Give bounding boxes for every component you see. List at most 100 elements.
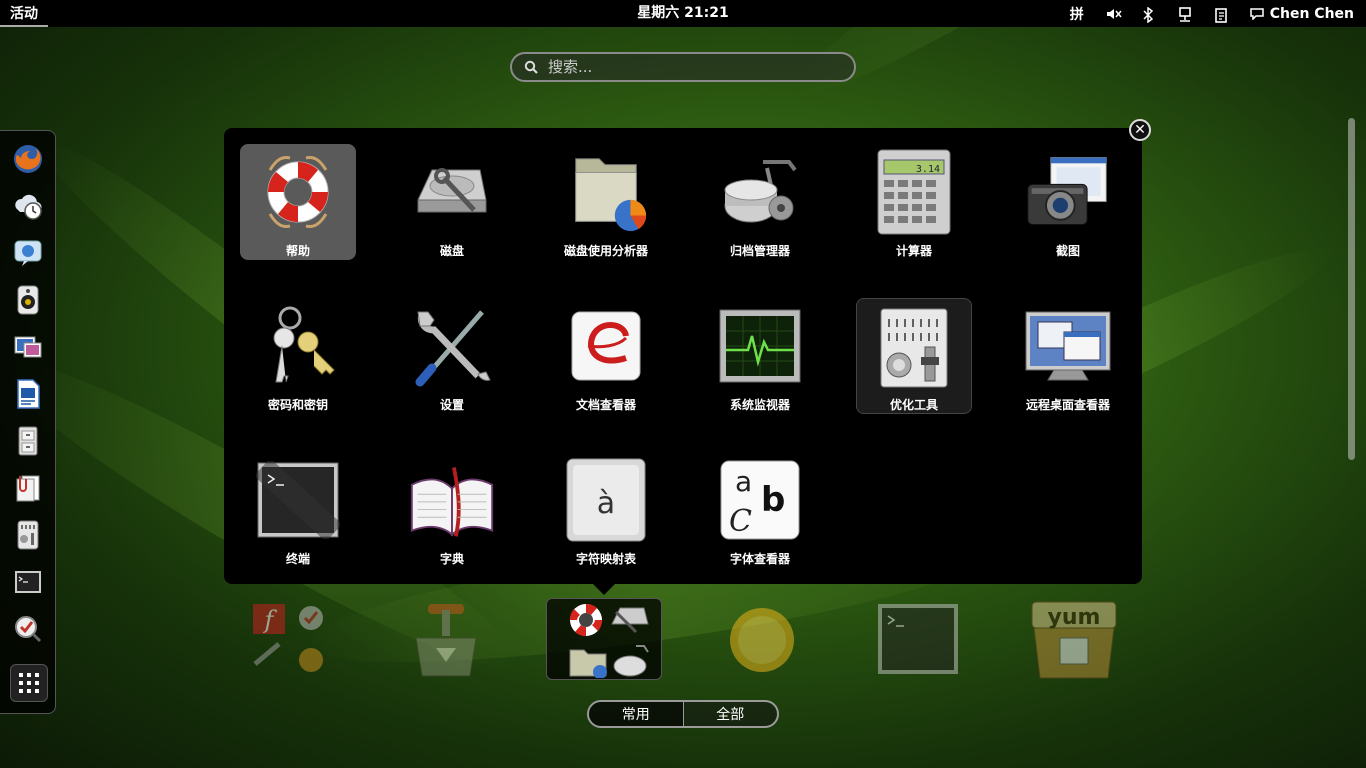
app-settings[interactable]: 设置 <box>394 298 510 414</box>
app-calculator[interactable]: 3.14 计算器 <box>856 144 972 260</box>
view-toggle: 常用 全部 <box>587 700 779 728</box>
libreoffice-writer-icon[interactable] <box>10 376 46 412</box>
terminal-dash-icon[interactable] <box>10 564 46 600</box>
rhythmbox-speaker-icon[interactable] <box>10 282 46 318</box>
clipboard-icon[interactable] <box>1214 7 1228 23</box>
show-applications-icon[interactable] <box>10 664 48 702</box>
char-map-glyph: à <box>597 486 615 521</box>
app-label: 磁盘 <box>439 244 464 258</box>
app-grid-scrollbar[interactable] <box>1348 118 1355 460</box>
empathy-chat-icon[interactable] <box>10 235 46 271</box>
font-viewer-icon: a b C <box>716 456 804 544</box>
time-backup-icon[interactable] <box>10 188 46 224</box>
terminal-icon <box>878 604 958 674</box>
task-checker-icon[interactable] <box>10 611 46 647</box>
app-disk-usage-analyzer[interactable]: 磁盘使用分析器 <box>548 144 664 260</box>
app-label: 文档查看器 <box>575 398 636 412</box>
volume-muted-icon[interactable] <box>1106 7 1122 21</box>
file-cabinet-icon[interactable] <box>10 423 46 459</box>
app-help[interactable]: 帮助 <box>240 144 356 260</box>
user-menu[interactable]: Chen Chen <box>1249 5 1354 22</box>
clock-label[interactable]: 星期六 21:21 <box>637 5 728 21</box>
app-terminal[interactable]: 终端 <box>240 452 356 568</box>
remote-desktop-icon <box>1024 302 1112 390</box>
font-glyph-b: b <box>761 480 785 520</box>
input-method-indicator[interactable]: 拼 <box>1070 4 1084 24</box>
app-label: 帮助 <box>285 244 310 258</box>
app-label: 优化工具 <box>889 398 938 412</box>
popup-pointer <box>592 583 616 595</box>
keys-icon <box>254 302 342 390</box>
svg-text:yum: yum <box>1048 605 1101 630</box>
app-folder-popup <box>224 128 1142 584</box>
app-label: 远程桌面查看器 <box>1025 398 1110 412</box>
activities-button[interactable]: 活动 <box>0 0 48 27</box>
app-weather-sun[interactable] <box>704 598 820 680</box>
document-clip-icon[interactable] <box>10 470 46 506</box>
flash-folder-icon: f <box>253 604 323 672</box>
shotwell-photos-icon[interactable] <box>10 329 46 365</box>
search-icon <box>524 60 538 74</box>
app-label: 截图 <box>1055 244 1080 258</box>
calculator-display: 3.14 <box>916 164 940 175</box>
terminal-icon <box>254 456 342 544</box>
app-terminal-dim[interactable] <box>860 598 976 680</box>
calculator-icon: 3.14 <box>870 148 958 236</box>
all-apps-tab[interactable]: 全部 <box>684 702 778 726</box>
close-popup-button[interactable]: ✕ <box>1129 119 1151 141</box>
app-system-monitor[interactable]: 系统监视器 <box>702 298 818 414</box>
folder-multimedia-tools[interactable]: f <box>232 598 348 680</box>
app-label: 密码和密钥 <box>267 398 328 412</box>
yum-package-icon: yum <box>1031 601 1117 679</box>
search-box[interactable] <box>510 52 856 82</box>
archive-manager-icon <box>716 148 804 236</box>
app-label: 设置 <box>439 398 464 412</box>
app-archive-manager[interactable]: 归档管理器 <box>702 144 818 260</box>
help-lifebuoy-icon <box>254 148 342 236</box>
disk-usage-analyzer-icon <box>562 148 650 236</box>
app-passwords-and-keys[interactable]: 密码和密钥 <box>240 298 356 414</box>
app-label: 归档管理器 <box>729 244 790 258</box>
font-glyph-c: C <box>729 504 752 539</box>
sun-icon <box>730 608 794 672</box>
chat-bubble-icon <box>1249 7 1264 20</box>
search-input[interactable] <box>546 57 830 77</box>
settings-tools-icon <box>408 302 496 390</box>
package-installer-icon <box>415 604 477 677</box>
app-screenshot[interactable]: 截图 <box>1010 144 1126 260</box>
app-label: 字符映射表 <box>575 552 636 566</box>
network-wired-icon[interactable] <box>1178 6 1192 22</box>
top-bar: 活动 星期六 21:21 拼 Chen Chen <box>0 0 1366 27</box>
system-tray: 拼 Chen Chen <box>1070 0 1354 27</box>
font-glyph-a: a <box>735 465 752 498</box>
utilities-folder-icon <box>569 603 649 678</box>
screenshot-camera-icon <box>1024 148 1112 236</box>
folder-utilities-open[interactable] <box>546 598 662 680</box>
app-label: 终端 <box>285 552 310 566</box>
app-remote-desktop-viewer[interactable]: 远程桌面查看器 <box>1010 298 1126 414</box>
app-label: 计算器 <box>895 244 932 258</box>
character-map-icon: à <box>562 456 650 544</box>
disk-utility-icon <box>408 148 496 236</box>
app-character-map[interactable]: à 字符映射表 <box>548 452 664 568</box>
app-label: 字典 <box>439 552 464 566</box>
app-label: 磁盘使用分析器 <box>563 244 648 258</box>
app-dictionary[interactable]: 字典 <box>394 452 510 568</box>
bluetooth-icon[interactable] <box>1142 6 1156 23</box>
app-disks[interactable]: 磁盘 <box>394 144 510 260</box>
folder-installer[interactable] <box>388 598 504 680</box>
frequent-apps-tab[interactable]: 常用 <box>589 702 683 726</box>
user-name: Chen Chen <box>1269 5 1354 22</box>
mixer-settings-icon[interactable] <box>10 517 46 553</box>
close-icon: ✕ <box>1134 122 1146 138</box>
app-label: 字体查看器 <box>729 552 790 566</box>
document-viewer-icon <box>562 302 650 390</box>
app-yum-extender[interactable]: yum <box>1016 598 1132 680</box>
tweak-tool-icon <box>870 303 958 390</box>
app-document-viewer[interactable]: 文档查看器 <box>548 298 664 414</box>
app-font-viewer[interactable]: a b C 字体查看器 <box>702 452 818 568</box>
app-tweak-tool[interactable]: 优化工具 <box>856 298 972 414</box>
dictionary-icon <box>408 456 496 544</box>
dash <box>0 130 56 714</box>
firefox-icon[interactable] <box>10 141 46 177</box>
